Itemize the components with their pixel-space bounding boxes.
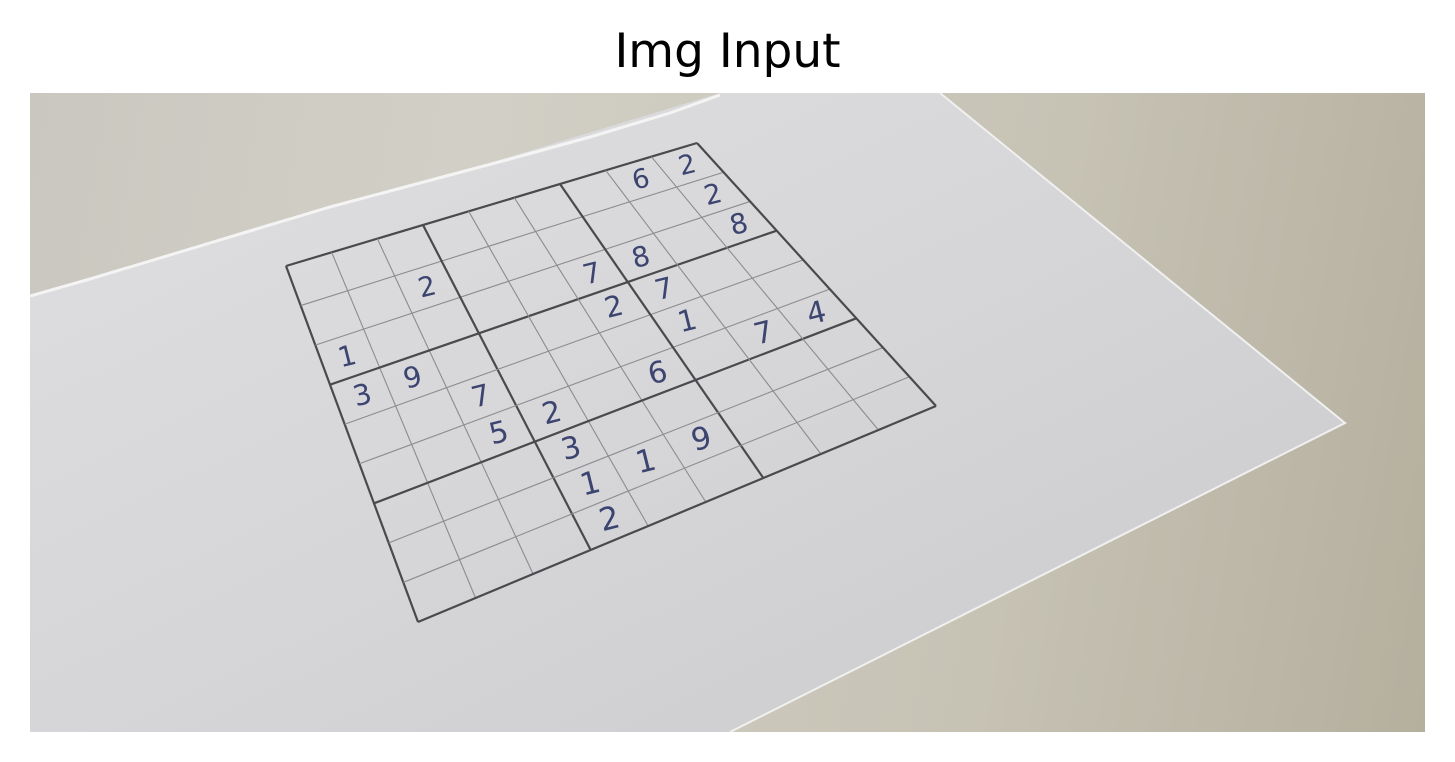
sudoku-photo: 622217883927715267431192 [30,93,1425,732]
figure-title: Img Input [614,24,841,79]
photo-canvas: 6 22217 883 92 7715267431192 [30,93,1347,732]
paper-sheet [30,93,1345,732]
